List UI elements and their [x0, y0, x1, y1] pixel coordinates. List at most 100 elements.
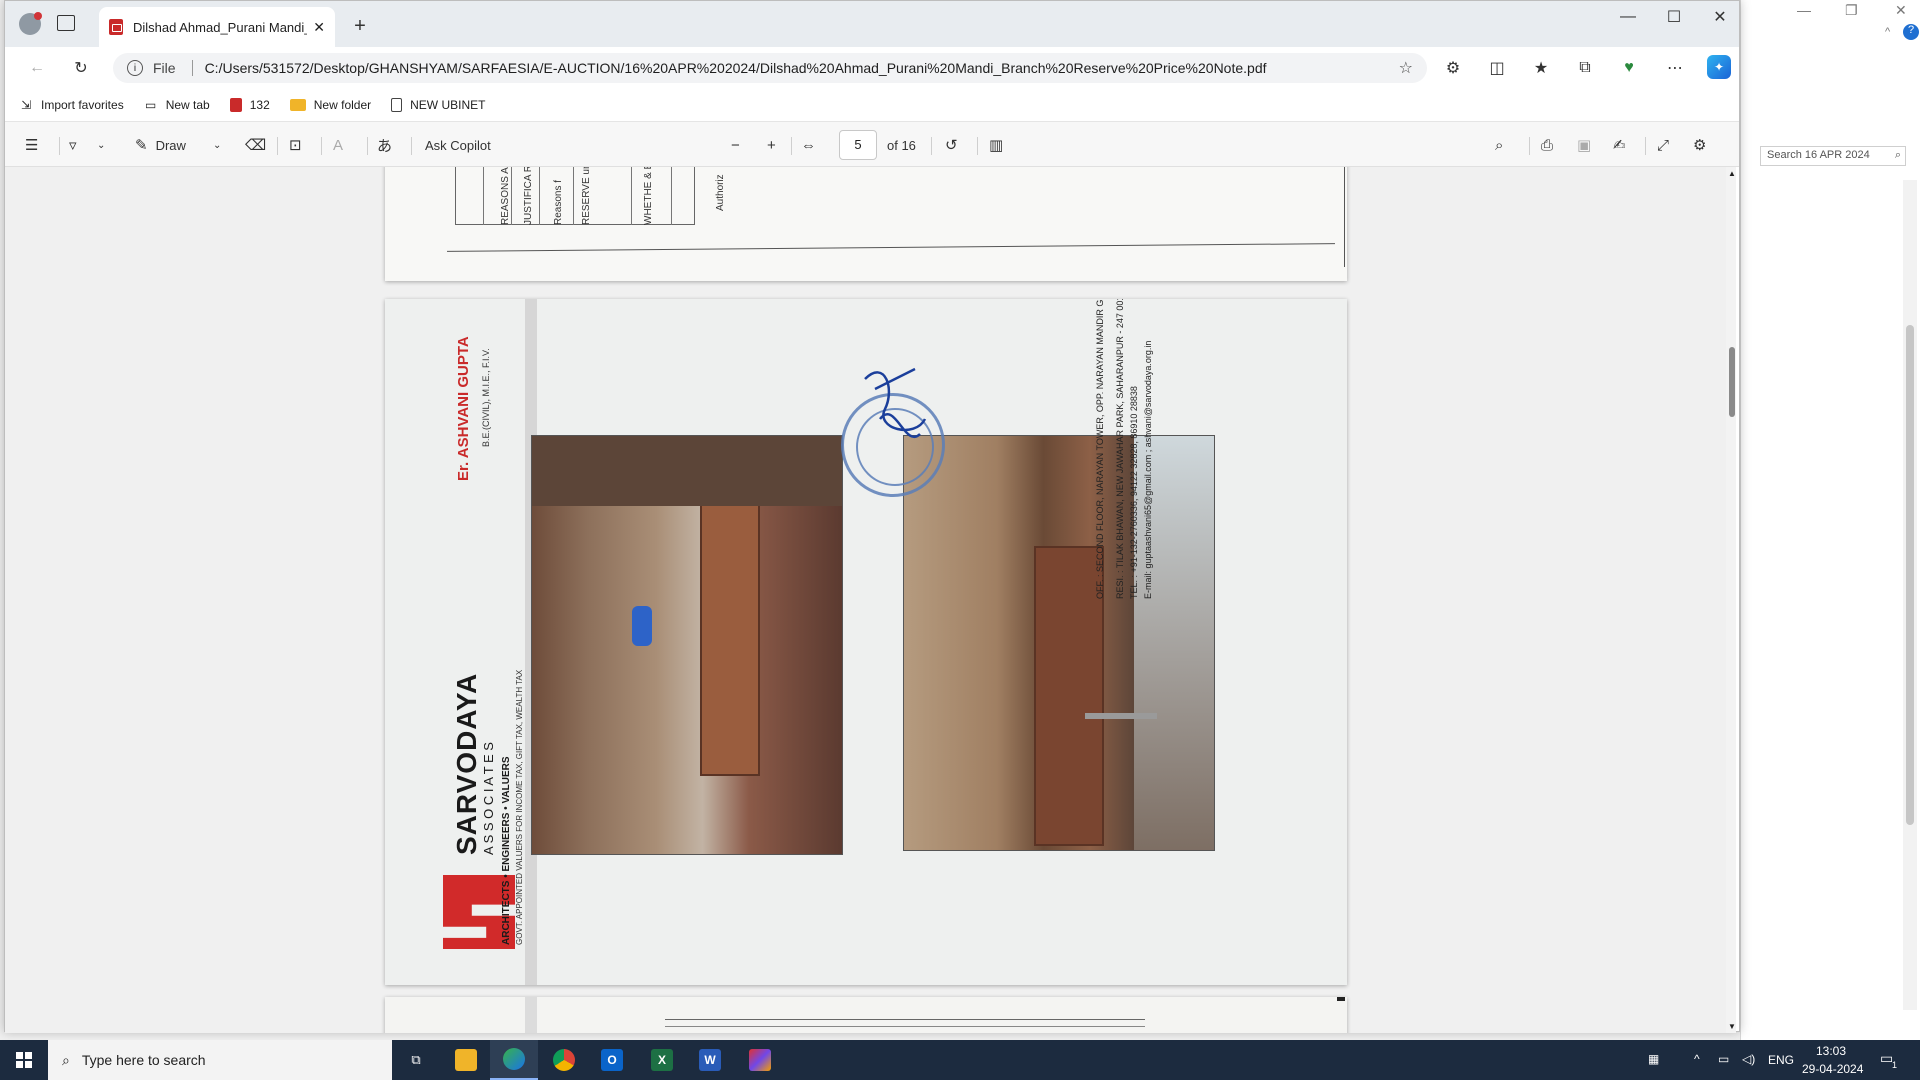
word-app[interactable]: W: [686, 1040, 734, 1080]
back-icon[interactable]: ←: [25, 57, 49, 79]
fullscreen-icon[interactable]: ⤢: [1657, 122, 1669, 168]
page-number-input[interactable]: 5: [839, 130, 877, 160]
bg-scrollbar-thumb[interactable]: [1906, 325, 1914, 825]
photo-door: [1034, 546, 1104, 846]
save-icon[interactable]: ▣: [1577, 122, 1591, 168]
extensions-icon[interactable]: ⚙: [1441, 57, 1465, 79]
highlight-icon[interactable]: ▿: [69, 122, 77, 168]
photo-ceiling: [532, 436, 842, 506]
eraser-icon[interactable]: ⌫: [245, 122, 266, 168]
scan-mark: [1337, 997, 1345, 1001]
start-button[interactable]: [0, 1040, 48, 1080]
scroll-down-icon[interactable]: ▼: [1728, 1022, 1736, 1031]
tab-pdf[interactable]: Dilshad Ahmad_Purani Mandi_Br ✕: [99, 7, 335, 47]
windows-icon: [16, 1052, 32, 1068]
fav-new-folder[interactable]: New folder: [289, 98, 371, 112]
copilot-icon[interactable]: ✦: [1707, 55, 1731, 79]
url-scheme: File: [153, 60, 176, 76]
edge-app[interactable]: [490, 1040, 538, 1080]
bg-help-icon[interactable]: ?: [1903, 24, 1919, 40]
find-icon[interactable]: ⌕: [1495, 122, 1503, 168]
prev-label: Authoriz: [715, 174, 726, 211]
file-explorer-app[interactable]: [442, 1040, 490, 1080]
rotate-icon[interactable]: ↺: [945, 122, 958, 168]
minimize-icon[interactable]: —: [1605, 1, 1651, 33]
fav-label: Import favorites: [41, 98, 124, 112]
taskbar-search[interactable]: ⌕ Type here to search: [48, 1040, 392, 1080]
paint-app[interactable]: [736, 1040, 784, 1080]
bg-close-icon[interactable]: ✕: [1895, 2, 1907, 19]
close-tab-icon[interactable]: ✕: [313, 19, 325, 36]
import-icon: ⇲: [20, 98, 32, 112]
taskbar: ⌕ Type here to search ⧉ O X W ▦ ^ ▭ ◁) E…: [0, 1040, 1920, 1080]
clock-date[interactable]: 29-04-2024: [1802, 1062, 1863, 1076]
profile-alert-dot: [34, 12, 42, 20]
new-tab-icon[interactable]: +: [349, 15, 371, 37]
translate-icon[interactable]: あ: [377, 122, 392, 168]
fav-132[interactable]: 132: [229, 98, 270, 112]
page-view-icon[interactable]: ▥: [989, 122, 1003, 168]
text-box-icon[interactable]: ⊡: [289, 122, 302, 168]
task-view-icon[interactable]: ⧉: [392, 1040, 440, 1080]
clock-time[interactable]: 13:03: [1816, 1044, 1846, 1058]
tray-expand-icon[interactable]: ^: [1694, 1052, 1700, 1066]
bg-minimize-icon[interactable]: —: [1797, 2, 1811, 18]
info-icon[interactable]: i: [127, 60, 143, 76]
fav-import-favorites[interactable]: ⇲ Import favorites: [19, 98, 124, 112]
fav-label: New tab: [165, 98, 210, 112]
pdf-scrollbar-thumb[interactable]: [1729, 347, 1735, 417]
outlook-app[interactable]: O: [588, 1040, 636, 1080]
property-photo-left: [531, 435, 843, 855]
collections-icon[interactable]: ⧉: [1573, 57, 1597, 79]
favorites-bar: ⇲ Import favorites ▭ New tab 132 New fol…: [5, 89, 1739, 121]
draw-dropdown-icon[interactable]: ⌄: [213, 122, 221, 168]
pdf-viewport[interactable]: REASONS APPLICABI JUSTIFICA Reserve P Re…: [5, 167, 1736, 1033]
maximize-icon[interactable]: ☐: [1651, 1, 1697, 33]
prev-label: JUSTIFICA Reserve P: [523, 167, 534, 225]
browser-essentials-icon[interactable]: ♥: [1617, 57, 1641, 79]
pdf-settings-icon[interactable]: ⚙: [1693, 122, 1706, 168]
tab-icon: ▭: [145, 98, 157, 112]
print-icon[interactable]: ⎙: [1541, 122, 1553, 168]
zoom-out-icon[interactable]: −: [731, 122, 740, 168]
email-address: E-mail: guptaashvani65@gmail.com ; ashva…: [1143, 340, 1153, 599]
fav-new-ubinet[interactable]: NEW UBINET: [391, 98, 485, 112]
paint-icon: [749, 1049, 771, 1071]
bg-restore-icon[interactable]: ❐: [1845, 2, 1858, 19]
url-text: C:/Users/531572/Desktop/GHANSHYAM/SARFAE…: [204, 60, 1267, 76]
url-field[interactable]: i File C:/Users/531572/Desktop/GHANSHYAM…: [113, 53, 1427, 83]
bg-search-input[interactable]: Search 16 APR 2024 ⌕: [1760, 146, 1906, 166]
photo-object: [632, 606, 652, 646]
pdf-file-icon: [109, 19, 123, 35]
close-window-icon[interactable]: ✕: [1697, 1, 1743, 33]
fav-new-tab[interactable]: ▭ New tab: [144, 98, 210, 112]
split-screen-icon[interactable]: ◫: [1485, 57, 1509, 79]
favorite-star-icon[interactable]: ☆: [1399, 58, 1413, 78]
keyboard-icon[interactable]: ▦: [1648, 1052, 1659, 1066]
draw-button[interactable]: ✎ Draw: [135, 122, 186, 168]
language-indicator[interactable]: ENG: [1768, 1053, 1794, 1067]
tab-actions-icon[interactable]: [57, 15, 75, 31]
highlight-dropdown-icon[interactable]: ⌄: [97, 122, 105, 168]
scan-binding-shadow: [525, 997, 537, 1033]
refresh-icon[interactable]: ↻: [69, 57, 93, 79]
pdf-scrollbar[interactable]: ▲ ▼: [1726, 167, 1736, 1033]
bg-collapse-icon[interactable]: ^: [1885, 26, 1890, 38]
excel-app[interactable]: X: [638, 1040, 686, 1080]
profile-avatar[interactable]: [19, 12, 42, 35]
contents-icon[interactable]: ☰: [25, 122, 38, 168]
network-icon[interactable]: ▭: [1718, 1052, 1729, 1066]
chrome-app[interactable]: [540, 1040, 588, 1080]
fit-page-icon[interactable]: ⇔: [801, 122, 816, 168]
ask-copilot-button[interactable]: Ask Copilot: [425, 122, 491, 168]
firm-roles: ARCHITECTS • ENGINEERS • VALUERS: [501, 756, 512, 945]
toolbar-divider: [59, 137, 60, 155]
save-as-icon[interactable]: ✍: [1613, 122, 1626, 168]
favorites-icon[interactable]: ★: [1529, 57, 1553, 79]
more-options-icon[interactable]: ⋯: [1663, 57, 1687, 79]
volume-icon[interactable]: ◁): [1742, 1052, 1755, 1066]
zoom-in-icon[interactable]: +: [767, 122, 776, 168]
read-aloud-icon[interactable]: A: [333, 122, 343, 168]
scroll-up-icon[interactable]: ▲: [1728, 169, 1736, 178]
toolbar-divider: [321, 137, 322, 155]
